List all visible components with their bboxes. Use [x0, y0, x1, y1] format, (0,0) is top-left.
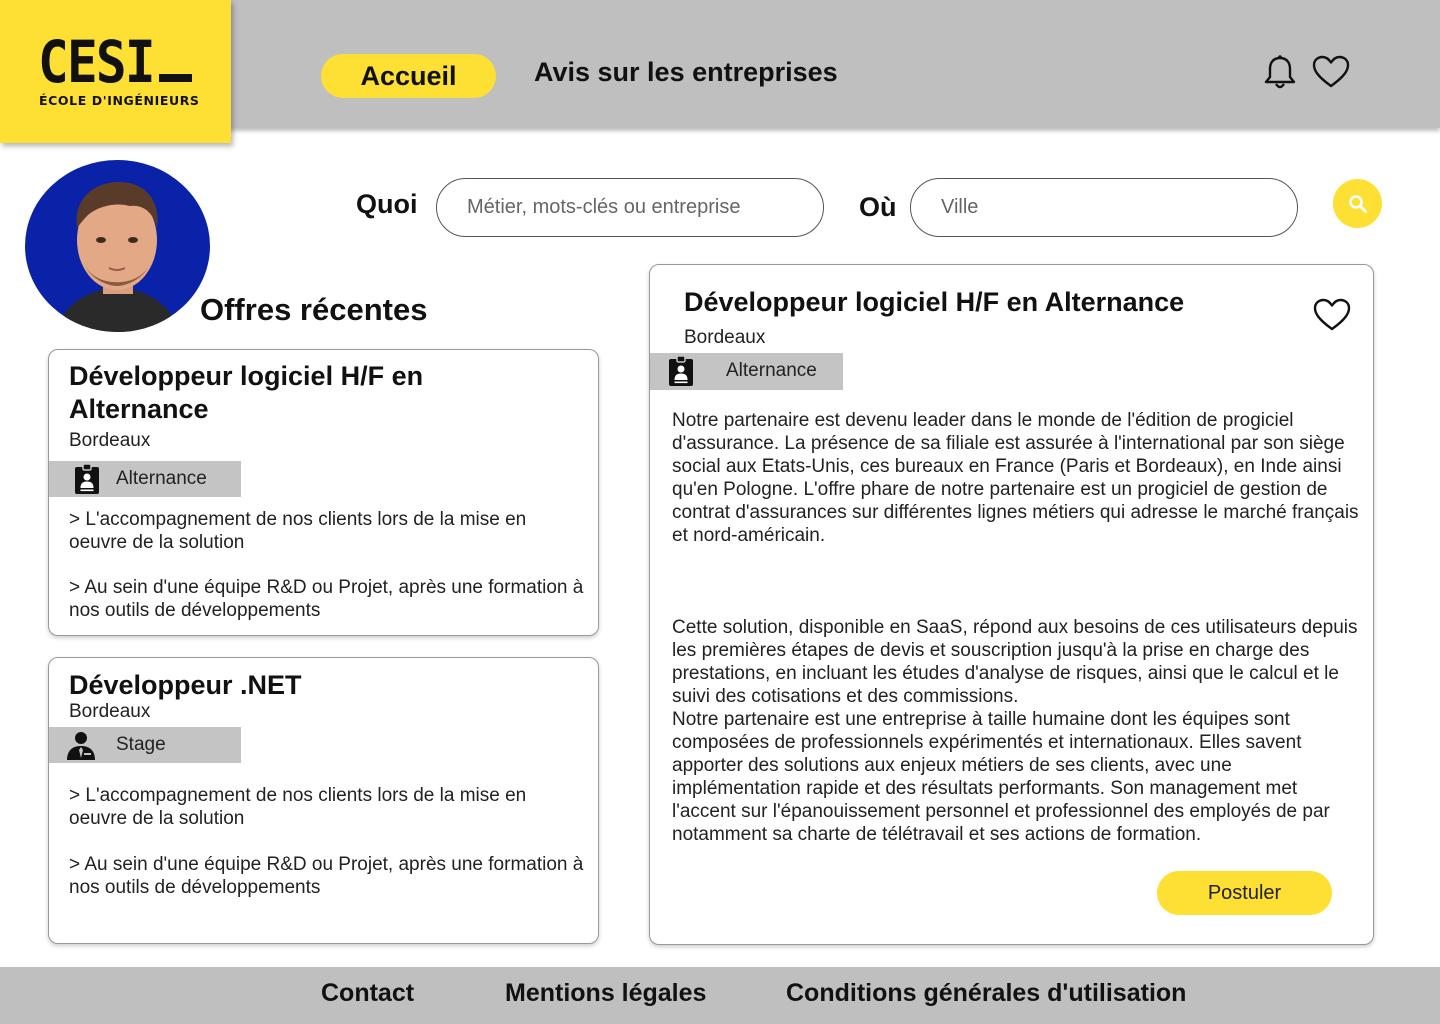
offer-title-line: Alternance: [69, 394, 209, 424]
detail-type-label: Alternance: [726, 360, 817, 381]
search-button[interactable]: [1333, 179, 1382, 228]
profile-photo: [55, 182, 180, 332]
offer-type-tag: Alternance: [49, 461, 241, 497]
detail-city: Bordeaux: [684, 327, 766, 348]
nav-home-button[interactable]: Accueil: [321, 54, 496, 98]
offer-type-tag: Stage: [49, 727, 241, 763]
search-what-label: Quoi: [356, 189, 418, 219]
offer-card[interactable]: Développeur logiciel H/F en Alternance B…: [48, 349, 599, 636]
offer-title-line: Développeur logiciel H/F en: [69, 361, 424, 391]
detail-title: Développeur logiciel H/F en Alternance: [684, 287, 1185, 317]
offer-detail-panel: Développeur logiciel H/F en Alternance B…: [649, 264, 1374, 945]
detail-description-paragraph: Cette solution, disponible en SaaS, répo…: [672, 617, 1358, 707]
offer-type-label: Stage: [116, 734, 166, 755]
profile-avatar[interactable]: [25, 160, 210, 332]
detail-description-paragraph: Notre partenaire est devenu leader dans …: [672, 410, 1359, 546]
offer-title: Développeur logiciel H/F en Alternance: [69, 360, 423, 426]
search-what-input[interactable]: [436, 178, 824, 237]
offer-city: Bordeaux: [69, 701, 151, 722]
footer: Contact Mentions légales Conditions géné…: [0, 967, 1440, 1024]
offer-title: Développeur .NET: [69, 670, 302, 700]
bell-icon[interactable]: [1262, 54, 1298, 90]
offer-description: > Au sein d'une équipe R&D ou Projet, ap…: [69, 854, 584, 898]
footer-contact-link[interactable]: Contact: [321, 979, 414, 1008]
search-where-input[interactable]: [910, 178, 1298, 237]
offer-type-label: Alternance: [116, 468, 207, 489]
detail-type-tag: Alternance: [650, 353, 843, 390]
logo-wordmark: CESI: [38, 28, 156, 96]
business-person-icon: [67, 732, 95, 760]
logo-tagline: ÉCOLE D'INGÉNIEURS: [39, 93, 200, 108]
offer-city: Bordeaux: [69, 430, 151, 451]
footer-terms-link[interactable]: Conditions générales d'utilisation: [786, 979, 1186, 1008]
cesi-logo[interactable]: CESI ÉCOLE D'INGÉNIEURS: [0, 0, 231, 143]
id-badge-icon: [669, 356, 693, 386]
favorite-heart-icon[interactable]: [1313, 298, 1351, 332]
logo-underscore: [159, 74, 192, 82]
offer-description: > L'accompagnement de nos clients lors d…: [69, 785, 527, 829]
id-badge-icon: [75, 464, 99, 494]
detail-description-paragraph: Notre partenaire est une entreprise à ta…: [672, 709, 1330, 845]
nav-company-reviews-link[interactable]: Avis sur les entreprises: [534, 57, 838, 88]
offer-description: > Au sein d'une équipe R&D ou Projet, ap…: [69, 577, 584, 621]
search-where-label: Où: [859, 192, 897, 222]
recent-offers-heading: Offres récentes: [200, 292, 428, 327]
apply-button[interactable]: Postuler: [1157, 871, 1332, 915]
heart-icon[interactable]: [1312, 55, 1350, 89]
offer-card[interactable]: Développeur .NET Bordeaux Stage > L'acco…: [48, 657, 599, 944]
footer-legal-link[interactable]: Mentions légales: [505, 979, 706, 1008]
offer-description: > L'accompagnement de nos clients lors d…: [69, 509, 527, 553]
search-icon: [1348, 194, 1367, 213]
detail-description-block: Cette solution, disponible en SaaS, répo…: [672, 616, 1360, 846]
